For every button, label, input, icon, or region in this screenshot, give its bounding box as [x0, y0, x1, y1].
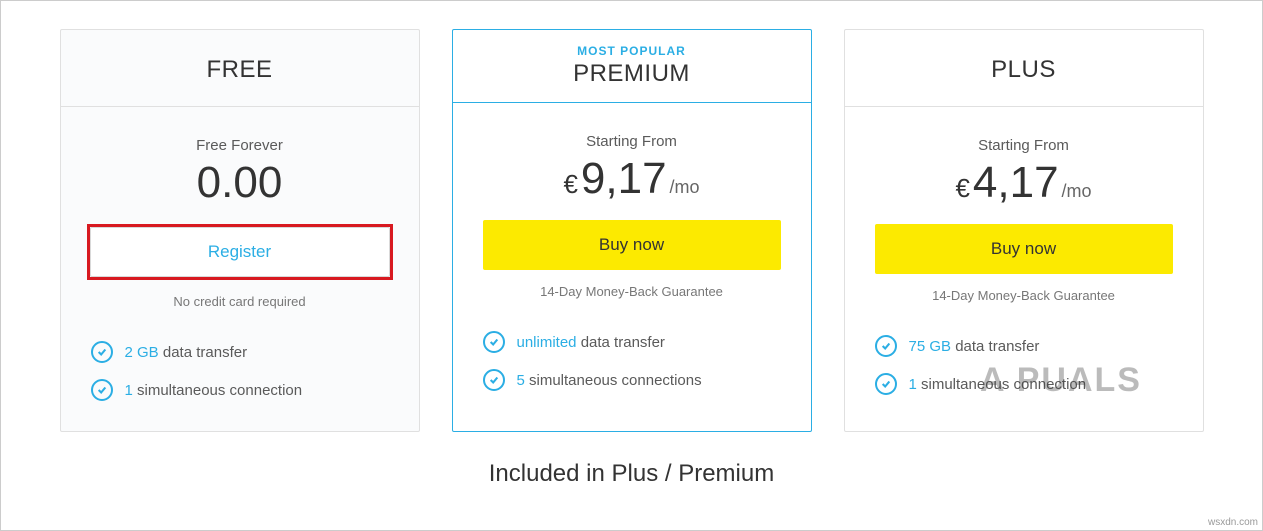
- plan-name-premium: PREMIUM: [453, 60, 811, 88]
- currency-symbol: €: [955, 173, 969, 204]
- price-label-plus: Starting From: [845, 137, 1203, 154]
- price-section-premium: Starting From € 9,17 /mo: [453, 103, 811, 220]
- feature-highlight: 5: [517, 372, 525, 389]
- check-icon: [483, 331, 505, 353]
- price-label-premium: Starting From: [453, 133, 811, 150]
- price-amount-premium: 9,17: [581, 154, 667, 204]
- price-row-free: 0.00: [61, 158, 419, 208]
- check-icon: [875, 373, 897, 395]
- feature-text: data transfer: [159, 344, 247, 361]
- price-amount-plus: 4,17: [973, 158, 1059, 208]
- pricing-plans-container: FREE Free Forever 0.00 Register No credi…: [1, 1, 1262, 432]
- plan-card-free: FREE Free Forever 0.00 Register No credi…: [60, 29, 420, 432]
- buy-now-button-plus[interactable]: Buy now: [875, 224, 1173, 274]
- plan-name-free: FREE: [61, 56, 419, 84]
- price-section-free: Free Forever 0.00: [61, 107, 419, 224]
- feature-data-transfer: 2 GB data transfer: [91, 333, 389, 371]
- check-icon: [875, 335, 897, 357]
- price-row-plus: € 4,17 /mo: [845, 158, 1203, 208]
- feature-highlight: 1: [125, 382, 133, 399]
- included-title: Included in Plus / Premium: [1, 460, 1262, 488]
- plan-header-plus: PLUS: [845, 30, 1203, 107]
- check-icon: [483, 369, 505, 391]
- features-plus: 75 GB data transfer 1 simultaneous conne…: [845, 321, 1203, 425]
- price-period: /mo: [1062, 181, 1092, 202]
- check-icon: [91, 341, 113, 363]
- price-amount-free: 0.00: [197, 158, 283, 208]
- cta-note-free: No credit card required: [61, 294, 419, 309]
- feature-highlight: unlimited: [517, 334, 577, 351]
- price-period: /mo: [670, 177, 700, 198]
- plan-header-premium: MOST POPULAR PREMIUM: [453, 30, 811, 103]
- feature-connections: 1 simultaneous connection: [91, 371, 389, 409]
- buy-now-button-premium[interactable]: Buy now: [483, 220, 781, 270]
- plan-header-free: FREE: [61, 30, 419, 107]
- feature-connections: 5 simultaneous connections: [483, 361, 781, 399]
- feature-text: data transfer: [577, 334, 665, 351]
- feature-connections: 1 simultaneous connection: [875, 365, 1173, 403]
- features-premium: unlimited data transfer 5 simultaneous c…: [453, 317, 811, 421]
- feature-data-transfer: 75 GB data transfer: [875, 327, 1173, 365]
- feature-text: data transfer: [951, 338, 1039, 355]
- price-row-premium: € 9,17 /mo: [453, 154, 811, 204]
- feature-highlight: 75 GB: [909, 338, 952, 355]
- popular-badge: MOST POPULAR: [453, 44, 811, 58]
- cta-note-premium: 14-Day Money-Back Guarantee: [453, 284, 811, 299]
- plan-card-plus: PLUS Starting From € 4,17 /mo Buy now 14…: [844, 29, 1204, 432]
- watermark-url: wsxdn.com: [1208, 517, 1258, 528]
- feature-text: simultaneous connection: [917, 376, 1086, 393]
- cta-note-plus: 14-Day Money-Back Guarantee: [845, 288, 1203, 303]
- feature-highlight: 2 GB: [125, 344, 159, 361]
- plan-name-plus: PLUS: [845, 56, 1203, 84]
- cta-wrap-premium: Buy now: [453, 220, 811, 270]
- plan-card-premium: MOST POPULAR PREMIUM Starting From € 9,1…: [452, 29, 812, 432]
- feature-text: simultaneous connections: [525, 372, 702, 389]
- currency-symbol: €: [563, 169, 577, 200]
- feature-data-transfer: unlimited data transfer: [483, 323, 781, 361]
- cta-wrap-plus: Buy now: [845, 224, 1203, 274]
- register-button[interactable]: Register: [90, 227, 390, 277]
- feature-highlight: 1: [909, 376, 917, 393]
- check-icon: [91, 379, 113, 401]
- feature-text: simultaneous connection: [133, 382, 302, 399]
- cta-highlight-box: Register: [87, 224, 393, 280]
- price-label-free: Free Forever: [61, 137, 419, 154]
- features-free: 2 GB data transfer 1 simultaneous connec…: [61, 327, 419, 431]
- price-section-plus: Starting From € 4,17 /mo: [845, 107, 1203, 224]
